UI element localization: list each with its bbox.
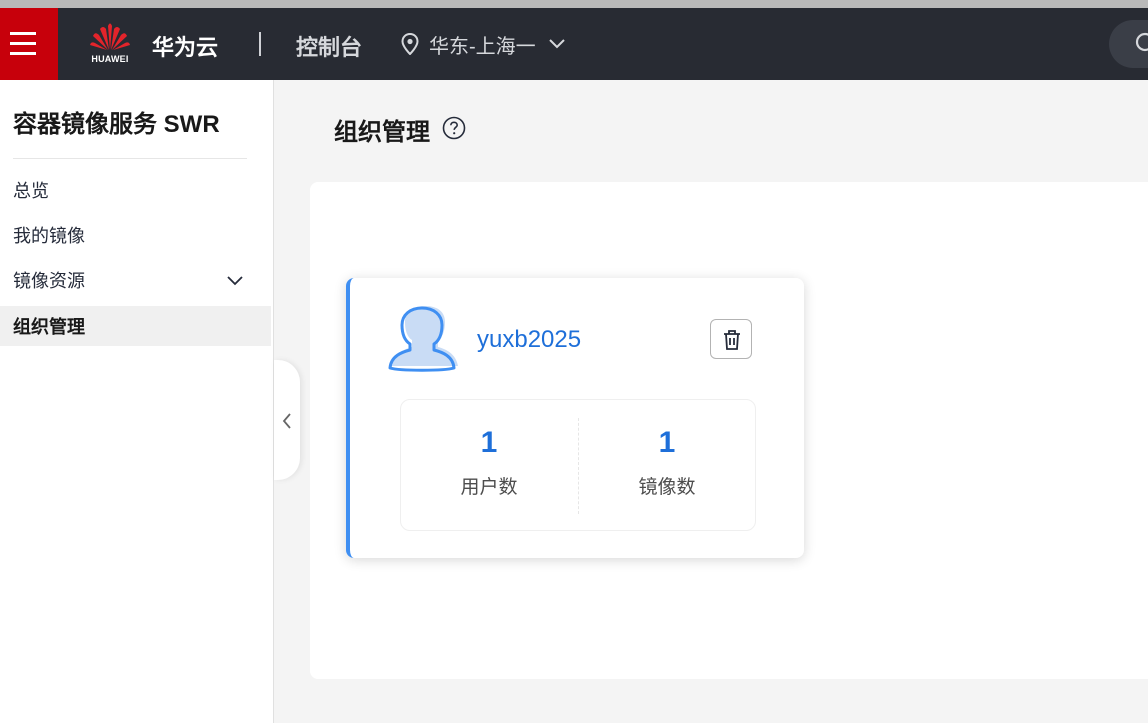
question-circle-icon[interactable] xyxy=(442,116,466,140)
location-pin-icon xyxy=(401,33,419,55)
hamburger-menu-button[interactable] xyxy=(0,8,58,80)
browser-top-strip xyxy=(0,0,1148,8)
sidebar-item-image-resources[interactable]: 镜像资源 xyxy=(0,260,271,300)
sidebar: 容器镜像服务 SWR 总览 我的镜像 镜像资源 组织管理 xyxy=(0,80,274,723)
chevron-down-icon xyxy=(548,39,565,49)
sidebar-item-label: 组织管理 xyxy=(13,317,85,337)
sidebar-item-my-images[interactable]: 我的镜像 xyxy=(0,215,271,255)
top-navigation-bar: HUAWEI 华为云 控制台 华东-上海一 xyxy=(0,8,1148,80)
page-title: 组织管理 xyxy=(334,119,430,146)
region-label: 华东-上海一 xyxy=(429,35,536,58)
sidebar-item-label: 总览 xyxy=(13,181,49,201)
brand-name[interactable]: 华为云 xyxy=(152,30,218,62)
organization-stats: 1 用户数 1 镜像数 xyxy=(400,399,756,531)
global-search[interactable] xyxy=(1109,20,1148,68)
huawei-logo[interactable]: HUAWEI xyxy=(88,20,132,68)
trash-icon xyxy=(724,330,740,350)
search-icon xyxy=(1135,32,1148,52)
stat-user-count[interactable]: 1 用户数 xyxy=(401,400,577,532)
header-divider xyxy=(259,32,261,56)
stat-image-count[interactable]: 1 镜像数 xyxy=(579,400,755,532)
console-link[interactable]: 控制台 xyxy=(296,30,362,62)
sidebar-divider xyxy=(13,158,247,159)
stat-label: 用户数 xyxy=(460,477,518,498)
stat-label: 镜像数 xyxy=(638,477,696,498)
delete-organization-button[interactable] xyxy=(710,319,752,359)
stat-value: 1 xyxy=(658,426,676,459)
user-icon xyxy=(388,306,458,372)
sidebar-title: 容器镜像服务 SWR xyxy=(13,111,220,138)
sidebar-collapse-button[interactable] xyxy=(274,360,300,480)
organization-name-link[interactable]: yuxb2025 xyxy=(477,326,581,354)
chevron-left-icon xyxy=(282,413,291,429)
huawei-logo-text: HUAWEI xyxy=(91,54,129,64)
chevron-down-icon xyxy=(227,276,243,286)
sidebar-item-label: 我的镜像 xyxy=(13,226,85,246)
region-selector[interactable]: 华东-上海一 xyxy=(401,30,566,58)
stat-value: 1 xyxy=(480,426,498,459)
huawei-flower-icon xyxy=(90,23,130,50)
sidebar-item-overview[interactable]: 总览 xyxy=(0,170,271,210)
sidebar-item-label: 镜像资源 xyxy=(13,271,85,291)
organization-card[interactable]: yuxb2025 1 用户数 1 镜像数 xyxy=(346,278,804,558)
sidebar-item-org-management[interactable]: 组织管理 xyxy=(0,306,271,346)
